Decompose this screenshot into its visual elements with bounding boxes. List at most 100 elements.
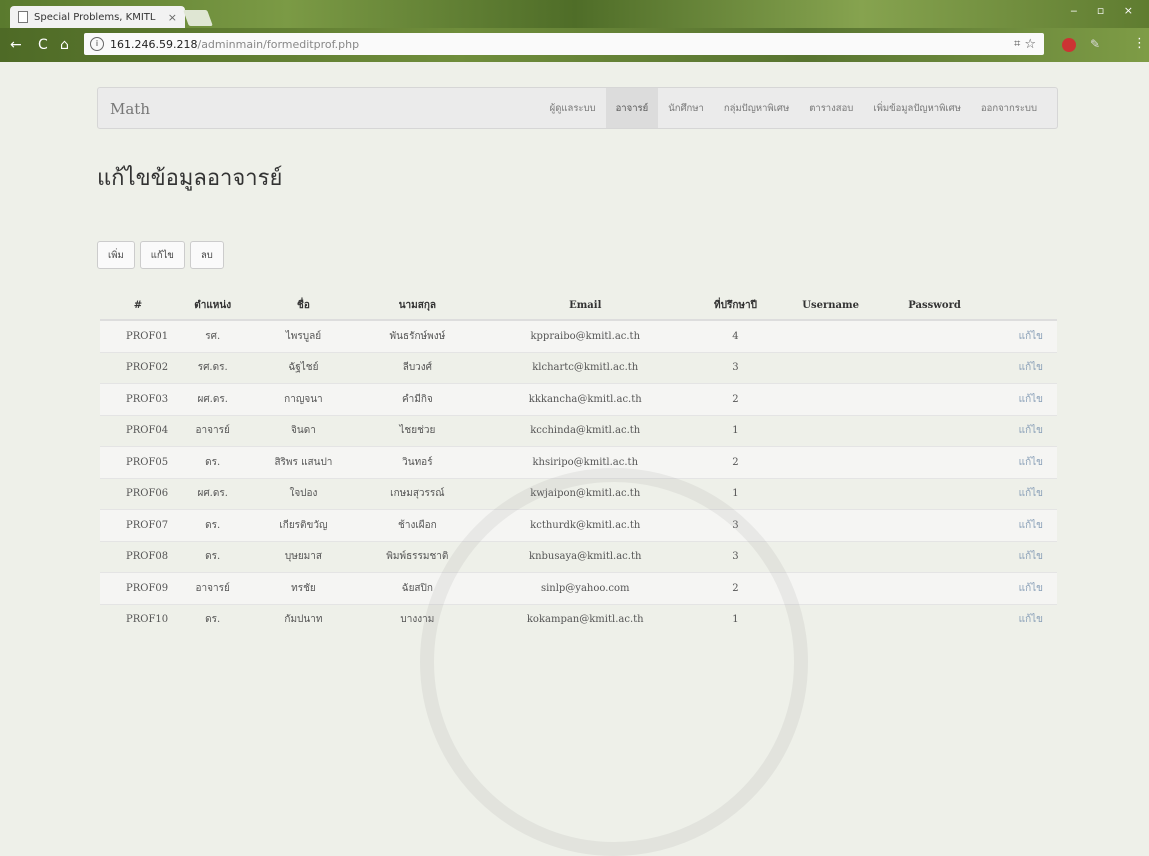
nav-item-admin[interactable]: ผู้ดูแลระบบ bbox=[540, 88, 606, 128]
cell-first-name: ฉัฐไชย์ bbox=[248, 351, 359, 384]
col-header-position: ตำแหน่ง bbox=[177, 291, 249, 321]
table-row: PROF04 อาจารย์ จินดา ไชยช่วย kcchinda@km… bbox=[100, 414, 1057, 447]
cell-email: klchartc@kmitl.ac.th bbox=[476, 351, 695, 384]
edit-link[interactable]: แก้ไข bbox=[984, 477, 1057, 510]
cell-position: รศ.ดร. bbox=[177, 351, 249, 384]
nav-item-groups[interactable]: กลุ่มปัญหาพิเศษ bbox=[714, 88, 799, 128]
cell-password bbox=[884, 414, 985, 447]
browser-toolbar: ← C ⌂ i 161.246.59.218 /adminmain/formed… bbox=[0, 28, 1149, 62]
cell-email: kcchinda@kmitl.ac.th bbox=[476, 414, 695, 447]
url-path: /adminmain/formeditprof.php bbox=[197, 37, 360, 51]
cell-password bbox=[884, 509, 985, 541]
url-host: 161.246.59.218 bbox=[110, 37, 198, 51]
translate-icon[interactable]: ⌗ bbox=[1014, 37, 1020, 51]
cell-advisor-year: 2 bbox=[694, 383, 777, 415]
cell-id: PROF03 bbox=[100, 383, 177, 415]
cell-advisor-year: 1 bbox=[694, 477, 777, 510]
table-row: PROF10 ดร. กัมปนาท บางงาม kokampan@kmitl… bbox=[100, 603, 1057, 635]
close-tab-icon[interactable]: × bbox=[168, 11, 177, 24]
home-icon[interactable]: ⌂ bbox=[60, 37, 69, 53]
cell-email: kokampan@kmitl.ac.th bbox=[476, 603, 695, 635]
cell-password bbox=[884, 572, 985, 604]
cell-last-name: พันธรักษ์พงษ์ bbox=[358, 319, 477, 352]
nav-item-professors[interactable]: อาจารย์ bbox=[605, 88, 659, 128]
cell-id: PROF10 bbox=[100, 603, 177, 635]
cell-last-name: วินทอร์ bbox=[358, 446, 477, 478]
address-bar[interactable]: i 161.246.59.218 /adminmain/formeditprof… bbox=[84, 33, 1044, 55]
cell-first-name: กัมปนาท bbox=[248, 603, 359, 635]
new-tab-button[interactable] bbox=[183, 10, 213, 26]
tab-title: Special Problems, KMITL bbox=[34, 11, 156, 23]
reload-icon[interactable]: C bbox=[38, 37, 48, 53]
cell-username bbox=[776, 603, 885, 635]
cell-first-name: ใจปอง bbox=[248, 477, 359, 510]
cell-position: ดร. bbox=[177, 603, 249, 635]
cell-last-name: บางงาม bbox=[358, 603, 477, 635]
cell-id: PROF02 bbox=[100, 351, 177, 384]
cell-email: kwjaipon@kmitl.ac.th bbox=[476, 477, 695, 510]
cell-advisor-year: 2 bbox=[694, 446, 777, 478]
page-title: แก้ไขข้อมูลอาจารย์ bbox=[97, 166, 283, 191]
cell-position: อาจารย์ bbox=[177, 414, 249, 447]
cell-last-name: ช้างเผือก bbox=[358, 509, 477, 541]
cell-first-name: สิริพร แสนปา bbox=[248, 446, 359, 478]
cell-username bbox=[776, 540, 885, 573]
professors-table: # ตำแหน่ง ชื่อ นามสกุล Email ที่ปรึกษาปี… bbox=[100, 291, 1057, 635]
abp-icon[interactable] bbox=[1062, 38, 1076, 52]
cell-last-name: ไชยช่วย bbox=[358, 414, 477, 447]
nav-item-exam-schedule[interactable]: ตารางสอบ bbox=[799, 88, 863, 128]
nav-item-add-project[interactable]: เพิ่มข้อมูลปัญหาพิเศษ bbox=[863, 88, 971, 128]
table-row: PROF03 ผศ.ดร. กาญจนา คำมีกิจ kkkancha@km… bbox=[100, 383, 1057, 415]
nav-item-students[interactable]: นักศึกษา bbox=[658, 88, 714, 128]
cell-email: kppraibo@kmitl.ac.th bbox=[476, 319, 695, 352]
cell-username bbox=[776, 446, 885, 478]
edit-link[interactable]: แก้ไข bbox=[984, 319, 1057, 352]
extension-icon[interactable]: ✎ bbox=[1090, 37, 1100, 51]
edit-link[interactable]: แก้ไข bbox=[984, 572, 1057, 604]
edit-link[interactable]: แก้ไข bbox=[984, 603, 1057, 635]
col-header-action bbox=[984, 291, 1057, 321]
table-row: PROF06 ผศ.ดร. ใจปอง เกษมสุวรรณ์ kwjaipon… bbox=[100, 477, 1057, 510]
cell-position: อาจารย์ bbox=[177, 572, 249, 604]
menu-icon[interactable]: ⋮ bbox=[1133, 36, 1146, 51]
browser-tab[interactable]: Special Problems, KMITL × bbox=[10, 6, 185, 28]
col-header-last-name: นามสกุล bbox=[358, 291, 477, 321]
cell-last-name: คำมีกิจ bbox=[358, 383, 477, 415]
cell-password bbox=[884, 383, 985, 415]
edit-link[interactable]: แก้ไข bbox=[984, 351, 1057, 384]
table-row: PROF02 รศ.ดร. ฉัฐไชย์ ลีบวงศ์ klchartc@k… bbox=[100, 351, 1057, 384]
cell-id: PROF01 bbox=[100, 319, 177, 352]
cell-username bbox=[776, 509, 885, 541]
cell-position: รศ. bbox=[177, 319, 249, 352]
cell-email: sinlp@yahoo.com bbox=[476, 572, 695, 604]
cell-username bbox=[776, 414, 885, 447]
col-header-first-name: ชื่อ bbox=[248, 291, 359, 321]
cell-email: kcthurdk@kmitl.ac.th bbox=[476, 509, 695, 541]
edit-link[interactable]: แก้ไข bbox=[984, 540, 1057, 573]
cell-password bbox=[884, 477, 985, 510]
table-row: PROF09 อาจารย์ ทรชัย ฉัยสปิก sinlp@yahoo… bbox=[100, 572, 1057, 604]
cell-username bbox=[776, 351, 885, 384]
add-button[interactable]: เพิ่ม bbox=[97, 241, 135, 269]
edit-link[interactable]: แก้ไข bbox=[984, 446, 1057, 478]
cell-password bbox=[884, 319, 985, 352]
cell-first-name: ไพรบูลย์ bbox=[248, 319, 359, 352]
nav-item-logout[interactable]: ออกจากระบบ bbox=[971, 88, 1047, 128]
site-brand[interactable]: Math bbox=[110, 100, 150, 118]
cell-first-name: จินดา bbox=[248, 414, 359, 447]
edit-link[interactable]: แก้ไข bbox=[984, 414, 1057, 447]
star-icon[interactable]: ☆ bbox=[1024, 37, 1036, 52]
col-header-id: # bbox=[100, 291, 177, 321]
cell-username bbox=[776, 572, 885, 604]
edit-button[interactable]: แก้ไข bbox=[139, 241, 185, 269]
back-icon[interactable]: ← bbox=[10, 37, 22, 53]
info-icon[interactable]: i bbox=[90, 37, 104, 51]
cell-advisor-year: 1 bbox=[694, 414, 777, 447]
delete-button[interactable]: ลบ bbox=[189, 241, 224, 269]
edit-link[interactable]: แก้ไข bbox=[984, 509, 1057, 541]
browser-tab-strip: Special Problems, KMITL × ‒ ▫ × bbox=[0, 0, 1149, 28]
cell-username bbox=[776, 319, 885, 352]
window-controls[interactable]: ‒ ▫ × bbox=[1070, 4, 1141, 17]
edit-link[interactable]: แก้ไข bbox=[984, 383, 1057, 415]
cell-position: ผศ.ดร. bbox=[177, 383, 249, 415]
